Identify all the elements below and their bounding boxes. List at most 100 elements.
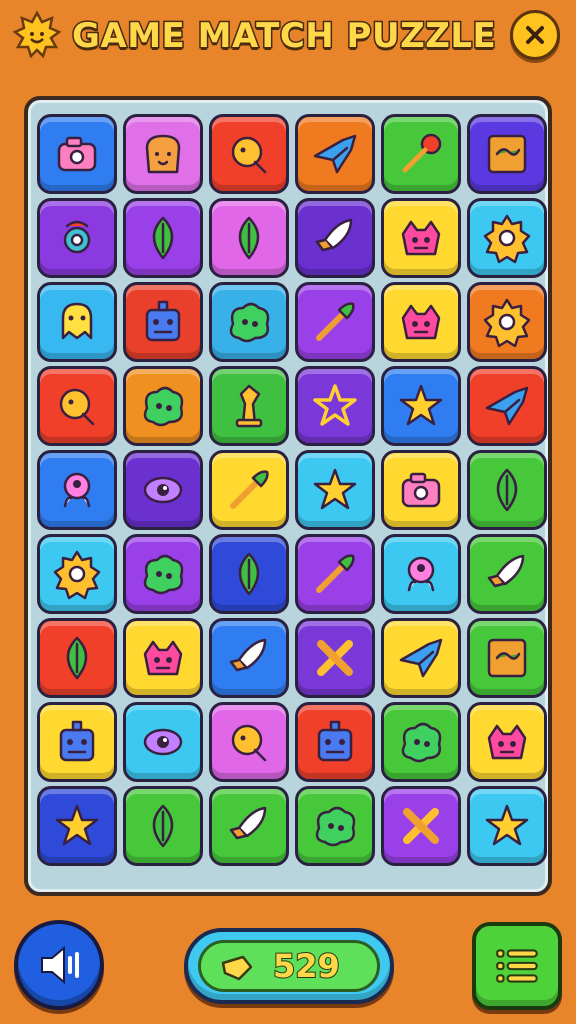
game-tile[interactable] xyxy=(37,450,117,530)
game-tile[interactable] xyxy=(209,534,289,614)
game-tile[interactable] xyxy=(381,702,461,782)
game-tile[interactable] xyxy=(467,450,547,530)
game-tile[interactable] xyxy=(209,366,289,446)
tile-grid xyxy=(37,114,547,866)
leaf-icon xyxy=(152,216,174,260)
eye-icon xyxy=(143,728,183,756)
star-icon xyxy=(399,384,443,426)
game-tile[interactable] xyxy=(295,534,375,614)
game-tile[interactable] xyxy=(381,450,461,530)
game-tile[interactable] xyxy=(37,366,117,446)
game-tile[interactable] xyxy=(37,534,117,614)
game-tile[interactable] xyxy=(381,114,461,194)
score-value: 529 xyxy=(272,946,341,986)
game-tile[interactable] xyxy=(295,702,375,782)
game-tile[interactable] xyxy=(381,282,461,362)
monster-icon xyxy=(487,724,527,760)
lollipop-icon xyxy=(402,133,442,173)
robot-icon xyxy=(317,720,353,762)
game-tile[interactable] xyxy=(209,282,289,362)
chess-piece-icon xyxy=(235,384,263,428)
page-title: GAME MATCH PUZZLE xyxy=(71,15,498,58)
game-tile[interactable] xyxy=(295,618,375,698)
game-tile[interactable] xyxy=(123,702,203,782)
frame-icon xyxy=(487,638,527,678)
header: GAME MATCH PUZZLE xyxy=(0,0,576,80)
game-tile[interactable] xyxy=(37,114,117,194)
fish-icon xyxy=(399,638,443,678)
game-tile[interactable] xyxy=(381,366,461,446)
game-tile[interactable] xyxy=(467,786,547,866)
star-outline-icon xyxy=(313,384,357,426)
game-tile[interactable] xyxy=(123,282,203,362)
blob-icon xyxy=(229,302,270,343)
game-tile[interactable] xyxy=(209,618,289,698)
game-board xyxy=(24,96,552,896)
fish-icon xyxy=(485,386,529,426)
camera-icon xyxy=(401,472,441,508)
game-tile[interactable] xyxy=(467,618,547,698)
game-tile[interactable] xyxy=(209,702,289,782)
robot-icon xyxy=(145,300,181,342)
ghost-icon xyxy=(61,302,93,340)
score-display: 529 xyxy=(184,928,394,1004)
brush-icon xyxy=(316,302,355,341)
game-tile[interactable] xyxy=(381,534,461,614)
close-button[interactable] xyxy=(510,10,560,60)
game-tile[interactable] xyxy=(37,282,117,362)
toast-icon xyxy=(145,134,181,174)
game-tile[interactable] xyxy=(123,618,203,698)
game-tile[interactable] xyxy=(37,618,117,698)
sound-button[interactable] xyxy=(14,920,104,1010)
eye-icon xyxy=(143,476,183,504)
bottom-bar: 529 xyxy=(0,900,576,1024)
monster-icon xyxy=(401,304,441,340)
game-tile[interactable] xyxy=(381,618,461,698)
game-tile[interactable] xyxy=(295,366,375,446)
game-tile[interactable] xyxy=(295,282,375,362)
game-tile[interactable] xyxy=(123,198,203,278)
gear-icon xyxy=(483,298,531,348)
alien-icon xyxy=(407,556,435,592)
game-tile[interactable] xyxy=(37,786,117,866)
blob-icon xyxy=(143,386,184,427)
game-tile[interactable] xyxy=(467,282,547,362)
camera-icon xyxy=(57,136,97,172)
game-tile[interactable] xyxy=(37,702,117,782)
game-tile[interactable] xyxy=(209,786,289,866)
game-tile[interactable] xyxy=(123,534,203,614)
game-tile[interactable] xyxy=(295,786,375,866)
bone-icon xyxy=(317,640,353,676)
game-tile[interactable] xyxy=(295,198,375,278)
game-tile[interactable] xyxy=(209,198,289,278)
leaf-icon xyxy=(238,216,260,260)
game-tile[interactable] xyxy=(381,198,461,278)
rocket-icon xyxy=(315,218,353,252)
menu-button[interactable] xyxy=(472,922,562,1010)
menu-icon xyxy=(496,949,538,983)
speaker-icon xyxy=(41,945,79,985)
bone-icon xyxy=(403,808,439,844)
gear-icon xyxy=(483,214,531,264)
game-tile[interactable] xyxy=(467,702,547,782)
bubble-icon xyxy=(231,136,267,174)
rocket-icon xyxy=(229,806,267,840)
game-tile[interactable] xyxy=(123,450,203,530)
game-tile[interactable] xyxy=(209,114,289,194)
smiling-sun-icon xyxy=(12,10,62,60)
game-tile[interactable] xyxy=(295,114,375,194)
flag-icon xyxy=(221,955,253,981)
monster-icon xyxy=(143,640,183,676)
game-tile[interactable] xyxy=(467,198,547,278)
game-tile[interactable] xyxy=(467,114,547,194)
game-tile[interactable] xyxy=(467,366,547,446)
game-tile[interactable] xyxy=(123,114,203,194)
fish-icon xyxy=(313,134,357,174)
game-tile[interactable] xyxy=(37,198,117,278)
game-tile[interactable] xyxy=(295,450,375,530)
game-tile[interactable] xyxy=(381,786,461,866)
game-tile[interactable] xyxy=(209,450,289,530)
game-tile[interactable] xyxy=(467,534,547,614)
game-tile[interactable] xyxy=(123,366,203,446)
game-tile[interactable] xyxy=(123,786,203,866)
